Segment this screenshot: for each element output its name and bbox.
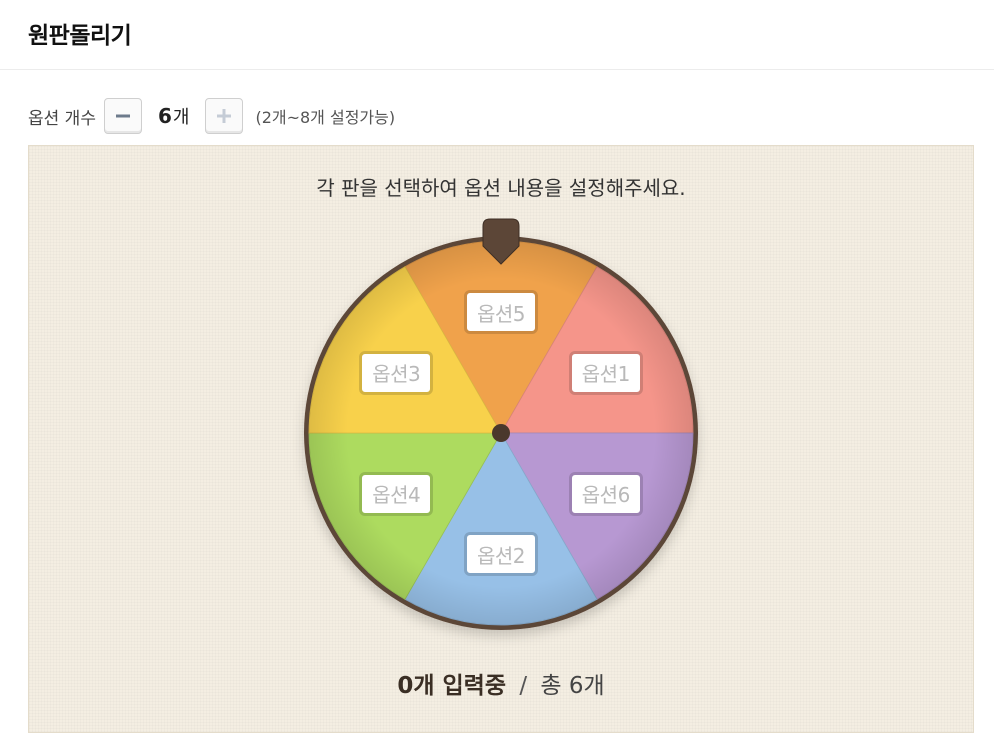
option-label-box[interactable]: 옵션1: [568, 350, 643, 395]
option-label-box[interactable]: 옵션2: [464, 532, 538, 576]
roulette-wheel: 옵션5 옵션1 옵션6 옵션2 옵션4 옵션3: [301, 216, 701, 636]
option-count-value: 6: [157, 104, 172, 128]
minus-icon: [115, 114, 130, 118]
option-count-label: 옵션 개수: [28, 108, 96, 129]
option-label-box[interactable]: 옵션3: [359, 350, 434, 395]
option-count: 6 개: [158, 103, 189, 129]
entered-count: 0개 입력중: [397, 673, 506, 699]
option-label-box[interactable]: 옵션4: [359, 471, 434, 516]
option-count-controls: 옵션 개수 6 개 (2개~8개 설정가능): [28, 96, 395, 136]
decrement-button[interactable]: [103, 98, 142, 134]
input-status: 0개 입력중 / 총 6개: [29, 666, 973, 700]
total-count: 총 6개: [540, 673, 605, 699]
wheel-hub: [492, 424, 510, 442]
option-range-hint: (2개~8개 설정가능): [255, 108, 396, 127]
option-label-box[interactable]: 옵션5: [464, 290, 538, 334]
status-separator: /: [519, 673, 528, 699]
instruction-text: 각 판을 선택하여 옵션 내용을 설정해주세요.: [316, 176, 686, 200]
page-title: 원판돌리기: [28, 23, 132, 49]
plus-icon: [217, 109, 232, 123]
option-count-unit: 개: [172, 107, 190, 128]
option-label-box[interactable]: 옵션6: [568, 471, 643, 516]
page-header: 원판돌리기: [0, 0, 994, 70]
roulette-board: 각 판을 선택하여 옵션 내용을 설정해주세요. 옵션5 옵션1 옵션6 옵션2 옵션4…: [28, 145, 974, 733]
increment-button[interactable]: [205, 98, 244, 134]
